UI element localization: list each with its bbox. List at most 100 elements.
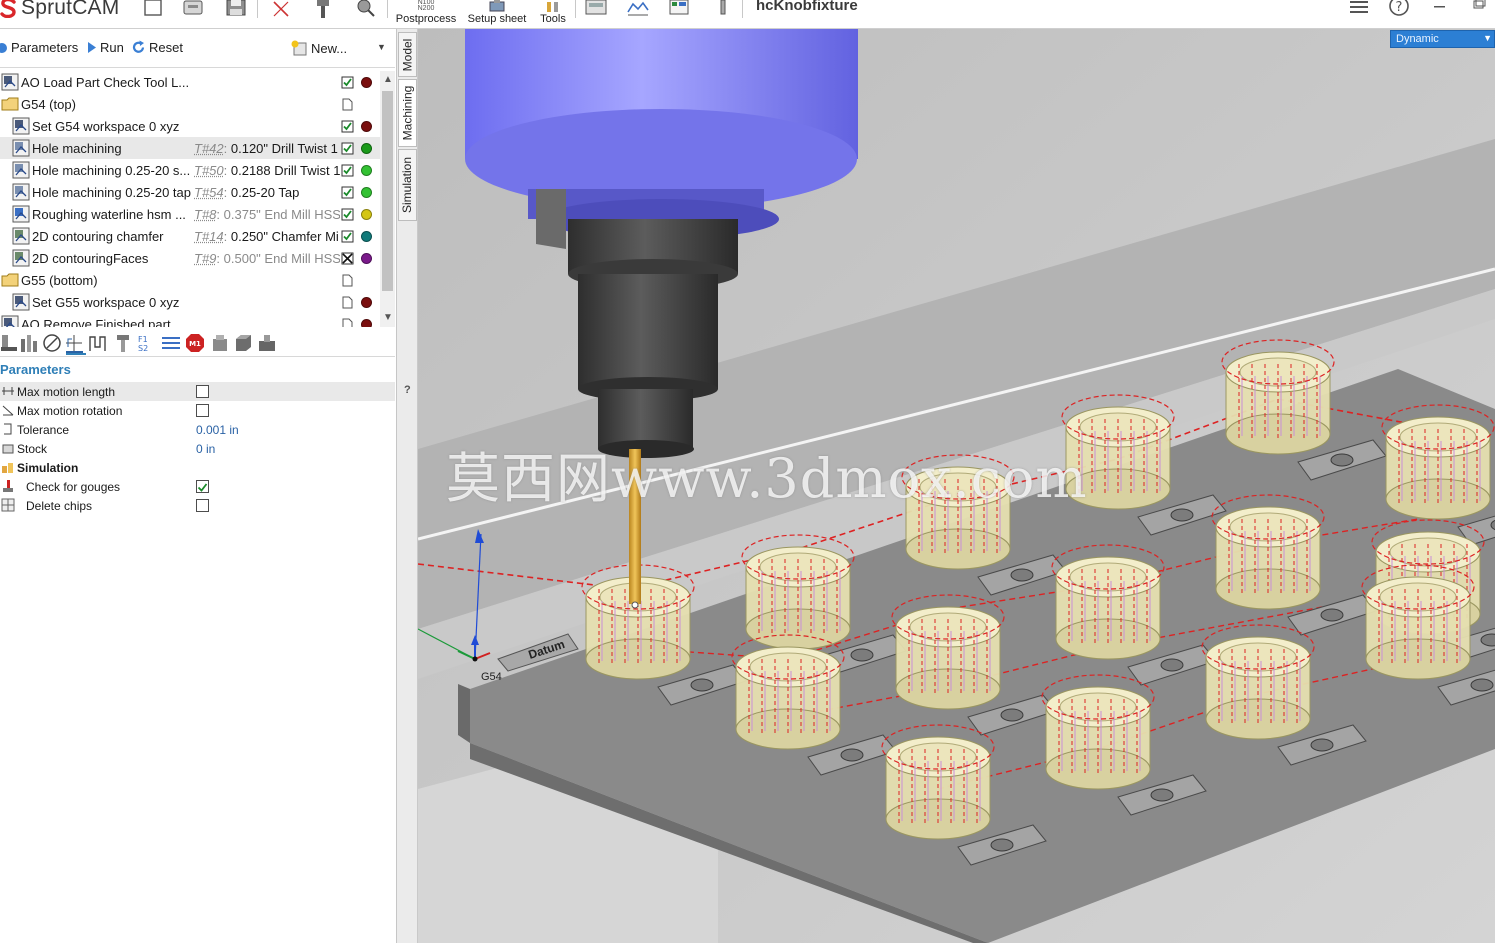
checkmark-icon [197, 483, 208, 492]
folder-icon [1, 273, 19, 287]
tree-operation[interactable]: AO Remove Finished part [0, 313, 380, 327]
calculated-check-icon[interactable] [341, 120, 354, 133]
f1-s2-tab-icon[interactable]: F1S2 [137, 333, 157, 353]
parameter-value[interactable]: 0 in [196, 442, 215, 456]
setup-sheet-button[interactable]: Setup sheet [466, 0, 528, 28]
chevron-down-icon: ▼ [1483, 33, 1492, 43]
watermark-text: 莫西网www.3dmox.com [446, 447, 1088, 510]
page-icon[interactable] [341, 274, 354, 287]
parameter-checkbox[interactable] [196, 404, 209, 417]
3d-viewport[interactable]: Datum 莫西网www.3dmox.com G54 Dynamic ▼ [418, 29, 1495, 943]
measure-icon[interactable] [354, 0, 376, 18]
parameter-label: Max motion length [17, 385, 116, 399]
page-icon[interactable] [341, 98, 354, 111]
parameter-checkbox[interactable] [196, 480, 209, 493]
operation-name: 2D contouringFaces [32, 251, 149, 266]
parameter-group[interactable]: Simulation [0, 458, 395, 477]
tree-folder[interactable]: G54 (top) [0, 93, 380, 115]
calculated-check-icon[interactable] [341, 142, 354, 155]
reset-button[interactable]: Reset [131, 40, 183, 55]
tool-reference: T#14: 0.250" Chamfer Mi [194, 229, 339, 244]
postprocess-button[interactable]: N100 N200 Postprocess [395, 0, 457, 28]
tree-operation[interactable]: 2D contouringFaces T#9: 0.500" End Mill H… [0, 247, 380, 269]
pen-icon[interactable] [712, 0, 734, 18]
disabled-cross-icon[interactable] [341, 252, 354, 265]
scroll-down-icon[interactable]: ▼ [383, 312, 393, 323]
new-file-icon[interactable] [142, 0, 164, 18]
toolbar-separator [387, 0, 388, 18]
tree-operation[interactable]: Set G55 workspace 0 xyz [0, 291, 380, 313]
tree-operation[interactable]: Hole machining 0.25-20 s... T#50: 0.2188 … [0, 159, 380, 181]
new-operation-icon [291, 40, 307, 56]
calculated-check-icon[interactable] [341, 76, 354, 89]
operation-name: Set G55 workspace 0 xyz [32, 295, 180, 310]
minimize-icon[interactable] [1433, 0, 1447, 12]
tool-number[interactable]: T#14 [194, 229, 224, 244]
stock-tab-icon[interactable] [210, 333, 230, 353]
status-dot-icon [361, 165, 372, 176]
m-codes-tab-icon[interactable] [161, 333, 181, 353]
block-tab-icon[interactable] [233, 333, 253, 353]
calculated-check-icon[interactable] [341, 208, 354, 221]
m1-tab-icon[interactable]: M1 [185, 333, 205, 353]
calculated-check-icon[interactable] [341, 230, 354, 243]
contour-operation-icon [12, 249, 30, 267]
restore-icon[interactable] [1472, 0, 1486, 10]
report-icon[interactable] [668, 0, 690, 18]
calculated-check-icon[interactable] [341, 186, 354, 199]
machine-panel-icon[interactable] [585, 0, 607, 18]
tool-icon[interactable] [312, 0, 334, 18]
tool-number[interactable]: T#42 [194, 141, 224, 156]
tool-number[interactable]: T#9 [194, 251, 216, 266]
help-icon[interactable]: ? [1388, 0, 1410, 16]
operations-scrollbar[interactable]: ▲ ▼ [380, 71, 395, 327]
tree-folder[interactable]: G55 (bottom) [0, 269, 380, 291]
tool-number[interactable]: T#8 [194, 207, 216, 222]
run-button[interactable]: Run [87, 40, 124, 55]
scroll-up-icon[interactable]: ▲ [383, 74, 393, 85]
svg-text:M1: M1 [189, 340, 201, 348]
menu-icon[interactable] [1349, 0, 1369, 14]
context-help-icon[interactable]: ? [404, 384, 411, 396]
new-operation-button[interactable]: New... [290, 40, 347, 56]
calculated-check-icon[interactable] [341, 164, 354, 177]
parameters-button[interactable]: Parameters [0, 40, 78, 55]
tree-operation[interactable]: 2D contouring chamfer T#14: 0.250" Chamfe… [0, 225, 380, 247]
new-operation-dropdown-icon[interactable]: ▼ [377, 42, 386, 52]
parameters-grid: Max motion length Max motion rotation Tole… [0, 382, 395, 515]
cursor-select-icon[interactable] [270, 0, 292, 18]
toolpath-chart-icon[interactable] [627, 0, 649, 18]
tools-button[interactable]: Tools [535, 0, 571, 28]
chips-icon [1, 498, 15, 512]
tree-operation[interactable]: Hole machining 0.25-20 tap T#54: 0.25-20 … [0, 181, 380, 203]
svg-text:S2: S2 [138, 344, 148, 353]
reset-icon [132, 40, 145, 53]
status-dot-icon [361, 297, 372, 308]
parameters-title: Parameters [0, 362, 71, 377]
tool-number[interactable]: T#50 [194, 163, 224, 178]
tab-machining[interactable]: Machining [398, 79, 417, 147]
save-icon[interactable] [225, 0, 247, 18]
tolerance-tab-icon[interactable] [88, 333, 108, 353]
tool-number[interactable]: T#54 [194, 185, 224, 200]
pattern-tab-icon[interactable] [113, 333, 133, 353]
page-icon[interactable] [341, 318, 354, 327]
scrollbar-thumb[interactable] [382, 91, 393, 291]
strategy-tab-icon[interactable] [42, 333, 62, 353]
tree-operation[interactable]: Roughing waterline hsm ... T#8: 0.375" En… [0, 203, 380, 225]
open-db-icon[interactable] [182, 0, 204, 18]
tool-tab-icon[interactable] [0, 333, 20, 353]
page-icon[interactable] [341, 296, 354, 309]
machine-tab-icon[interactable] [257, 333, 277, 353]
parameter-checkbox[interactable] [196, 385, 209, 398]
tree-operation[interactable]: Hole machining T#42: 0.120" Drill Twist 1 [0, 137, 380, 159]
tree-operation[interactable]: AO Load Part Check Tool L... [0, 71, 380, 93]
parameter-checkbox[interactable] [196, 499, 209, 512]
view-mode-select[interactable]: Dynamic ▼ [1390, 30, 1495, 48]
tab-simulation[interactable]: Simulation [398, 149, 417, 221]
levels-tab-icon[interactable] [20, 333, 40, 353]
tree-operation[interactable]: Set G54 workspace 0 xyz [0, 115, 380, 137]
tab-model[interactable]: Model [398, 32, 417, 77]
parameter-value[interactable]: 0.001 in [196, 423, 239, 437]
feeds-tab-icon[interactable] [64, 333, 84, 353]
